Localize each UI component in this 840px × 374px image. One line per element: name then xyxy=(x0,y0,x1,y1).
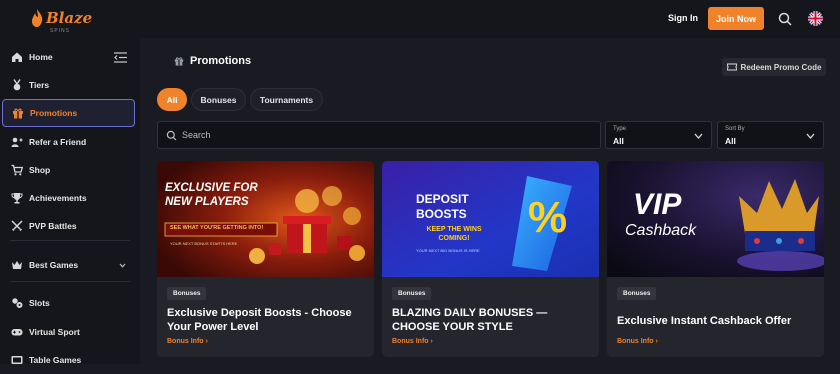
banner-footnote: YOUR NEXT BIG BONUS IS HERE xyxy=(416,248,480,253)
promo-banner-image: EXCLUSIVE FOR NEW PLAYERS SEE WHAT YOU'R… xyxy=(157,161,374,277)
chevron-down-icon xyxy=(806,133,815,139)
promo-card[interactable]: EXCLUSIVE FOR NEW PLAYERS SEE WHAT YOU'R… xyxy=(157,161,374,357)
bonus-info-link[interactable]: Bonus Info › xyxy=(617,338,658,345)
sidebar-item-label: Promotions xyxy=(30,108,78,118)
chevron-down-icon[interactable] xyxy=(119,262,126,269)
sort-select-label: Sort By xyxy=(725,126,745,132)
sidebar-item-label: Virtual Sport xyxy=(29,327,80,337)
bonus-info-link[interactable]: Bonus Info › xyxy=(167,338,208,345)
type-select-label: Type xyxy=(613,126,627,132)
logo-subtext: SPINS xyxy=(50,28,71,34)
promo-title: BLAZING DAILY BONUSES — CHOOSE YOUR STYL… xyxy=(392,307,548,333)
banner-cta: SEE WHAT YOU'RE GETTING INTO! xyxy=(170,225,264,231)
sidebar-item-label: Slots xyxy=(29,298,50,308)
tab-tournaments[interactable]: Tournaments xyxy=(250,88,323,111)
banner-headline: DEPOSIT xyxy=(416,192,469,206)
sidebar-item-table-games[interactable]: Table Games xyxy=(2,346,135,374)
logo[interactable]: Blaze SPINS xyxy=(30,8,93,34)
medal-icon xyxy=(13,79,21,91)
sidebar-item-refer[interactable]: Refer a Friend xyxy=(2,128,135,156)
trophy-icon xyxy=(11,193,23,204)
category-badge: Bonuses xyxy=(392,287,432,300)
banner-headline: NEW PLAYERS xyxy=(165,196,249,208)
tab-bonuses[interactable]: Bonuses xyxy=(191,88,246,111)
search-icon xyxy=(166,130,177,140)
banner-headline: VIP xyxy=(633,188,682,221)
search-icon[interactable] xyxy=(777,11,793,27)
join-now-button[interactable]: Join Now xyxy=(708,7,764,30)
top-bar: Blaze SPINS Sign In Join Now xyxy=(0,0,840,38)
promo-card[interactable]: VIP Cashback Bonuses Exclusive Instant C… xyxy=(607,161,824,357)
type-select-value: All xyxy=(613,136,624,146)
banner-subline: KEEP THE WINS xyxy=(426,226,482,233)
sidebar-divider xyxy=(10,281,130,282)
page-title: Promotions xyxy=(174,55,251,67)
redeem-promo-button[interactable]: Redeem Promo Code xyxy=(722,58,826,76)
promo-banner-image: VIP Cashback xyxy=(607,161,824,277)
tab-all[interactable]: All xyxy=(157,88,187,111)
page-title-text: Promotions xyxy=(190,55,252,67)
redeem-label: Redeem Promo Code xyxy=(740,62,822,72)
sort-select[interactable]: Sort By All xyxy=(717,121,824,149)
gift-icon xyxy=(13,108,23,119)
search-input[interactable]: Search xyxy=(157,121,601,149)
sidebar-item-label: Shop xyxy=(29,165,51,175)
banner-footnote: YOUR NEXT BONUS STARTS HERE xyxy=(170,241,238,246)
main-content: Promotions Redeem Promo Code All Bonuses… xyxy=(140,38,840,364)
ticket-icon xyxy=(726,63,737,71)
sidebar-item-virtual-sport[interactable]: Virtual Sport xyxy=(2,318,135,346)
banner-subline: COMING! xyxy=(438,235,470,242)
sidebar-item-label: Tiers xyxy=(29,80,50,90)
sidebar-item-shop[interactable]: Shop xyxy=(2,156,135,184)
refer-icon xyxy=(11,137,23,147)
type-select[interactable]: Type All xyxy=(605,121,712,149)
sidebar-item-best-games[interactable]: Best Games xyxy=(2,251,135,279)
battle-icon xyxy=(11,220,23,232)
flame-icon xyxy=(32,9,43,27)
promo-banner-image: % DEPOSIT BOOSTS KEEP THE WINS COMING! Y… xyxy=(382,161,599,277)
sidebar-item-label: Achievements xyxy=(29,193,87,203)
category-badge: Bonuses xyxy=(617,287,657,300)
sidebar-item-home[interactable]: Home xyxy=(2,43,135,71)
sort-select-value: All xyxy=(725,136,736,146)
gamepad-icon xyxy=(11,329,23,336)
gift-icon xyxy=(174,57,184,66)
bonus-info-link[interactable]: Bonus Info › xyxy=(392,338,433,345)
banner-headline: BOOSTS xyxy=(416,207,467,221)
promo-card[interactable]: % DEPOSIT BOOSTS KEEP THE WINS COMING! Y… xyxy=(382,161,599,357)
sidebar-item-label: Home xyxy=(29,52,53,62)
search-placeholder: Search xyxy=(182,130,211,140)
sidebar-divider xyxy=(10,240,130,241)
language-flag-icon[interactable] xyxy=(808,11,823,26)
sidebar-item-slots[interactable]: Slots xyxy=(2,289,135,317)
banner-headline: Cashback xyxy=(625,222,697,239)
banner-headline: EXCLUSIVE FOR xyxy=(165,182,258,194)
cart-icon xyxy=(11,164,23,176)
sidebar-item-tiers[interactable]: Tiers xyxy=(2,71,135,99)
category-badge: Bonuses xyxy=(167,287,207,300)
home-icon xyxy=(12,52,22,62)
table-icon xyxy=(11,356,23,364)
sidebar-item-label: Best Games xyxy=(29,260,79,270)
banner-symbol: % xyxy=(528,193,568,242)
slots-icon xyxy=(12,298,23,308)
sidebar-item-achievements[interactable]: Achievements xyxy=(2,184,135,212)
sign-in-link[interactable]: Sign In xyxy=(668,13,698,23)
sidebar-item-label: PVP Battles xyxy=(29,221,77,231)
promo-title: Exclusive Instant Cashback Offer xyxy=(617,315,792,327)
chevron-down-icon xyxy=(694,133,703,139)
sidebar-item-promotions[interactable]: Promotions xyxy=(2,99,135,127)
sidebar-item-pvp-battles[interactable]: PVP Battles xyxy=(2,212,135,240)
promo-title: Exclusive Deposit Boosts - Choose Your P… xyxy=(167,307,352,333)
logo-text: Blaze xyxy=(46,9,93,27)
crown-icon xyxy=(12,261,22,269)
sidebar-item-label: Refer a Friend xyxy=(29,137,87,147)
